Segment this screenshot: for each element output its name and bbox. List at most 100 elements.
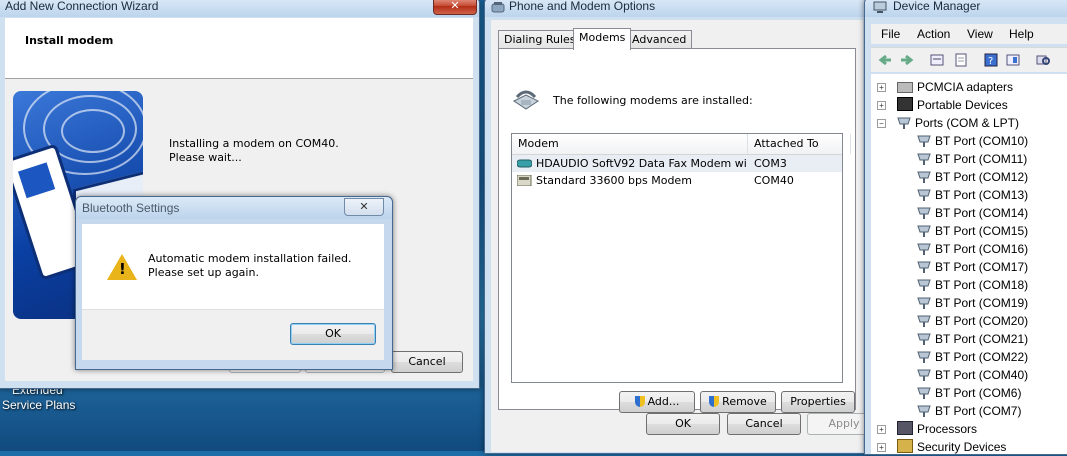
expand-icon[interactable]: + (877, 101, 886, 110)
port-connector-icon (917, 225, 931, 237)
svg-text:?: ? (988, 56, 993, 67)
bt-port-label: BT Port (COM16) (935, 242, 1029, 256)
view-icon[interactable] (1005, 52, 1021, 68)
dm-menubar: File Action View Help (871, 24, 1067, 44)
wizard-header: Install modem (5, 18, 473, 79)
port-connector-icon (897, 117, 911, 129)
pcmcia-icon (897, 82, 913, 93)
tree-node-bt-port[interactable]: BT Port (COM15) (917, 222, 1028, 240)
tree-node-bt-port[interactable]: BT Port (COM16) (917, 240, 1028, 258)
pm-cancel-button[interactable]: Cancel (727, 413, 801, 435)
modem-port: COM40 (754, 174, 794, 187)
column-attached-to[interactable]: Attached To (748, 134, 851, 154)
column-modem[interactable]: Modem (512, 134, 748, 154)
menu-file[interactable]: File (881, 27, 900, 41)
tab-advanced[interactable]: Advanced (626, 30, 693, 49)
phone-modem-options-window: Phone and Modem Options Dialing Rules Mo… (484, 0, 881, 454)
tree-node-bt-port[interactable]: BT Port (COM20) (917, 312, 1028, 330)
tree-node-bt-port[interactable]: BT Port (COM40) (917, 366, 1028, 384)
portable-device-icon (897, 97, 913, 111)
menu-view[interactable]: View (967, 27, 993, 41)
tree-node-bt-port[interactable]: BT Port (COM6) (917, 384, 1021, 402)
menu-action[interactable]: Action (917, 27, 950, 41)
tree-node-portable-devices[interactable]: + Portable Devices (877, 96, 1008, 114)
properties-sheet-icon[interactable] (929, 52, 945, 68)
bt-dialog-content: ! Automatic modem installation failed. P… (82, 224, 384, 360)
modem-device-icon (517, 159, 532, 168)
bt-port-label: BT Port (COM15) (935, 224, 1029, 238)
modem-port: COM3 (754, 157, 787, 170)
modem-row[interactable]: Standard 33600 bps Modem COM40 (512, 172, 842, 189)
port-connector-icon (917, 333, 931, 345)
properties-button[interactable]: Properties (781, 391, 855, 413)
document-icon[interactable] (953, 52, 969, 68)
port-connector-icon (917, 279, 931, 291)
port-connector-icon (917, 297, 931, 309)
menu-help[interactable]: Help (1009, 27, 1034, 41)
bt-port-label: BT Port (COM17) (935, 260, 1029, 274)
bt-port-label: BT Port (COM12) (935, 170, 1029, 184)
tree-node-pcmcia[interactable]: + PCMCIA adapters (877, 78, 1013, 96)
remove-label: Remove (722, 395, 767, 408)
tree-node-ports[interactable]: − Ports (COM & LPT) (877, 114, 1019, 132)
tree-node-bt-port[interactable]: BT Port (COM10) (917, 132, 1028, 150)
tree-node-bt-port[interactable]: BT Port (COM22) (917, 348, 1028, 366)
device-tree: + PCMCIA adapters + Portable Devices − P… (871, 74, 1067, 454)
device-manager-window: Device Manager File Action View Help ? +… (864, 0, 1067, 455)
port-connector-icon (917, 315, 931, 327)
forward-arrow-icon[interactable] (899, 52, 915, 68)
expand-icon[interactable]: + (877, 425, 886, 434)
help-icon[interactable]: ? (983, 52, 999, 68)
collapse-icon[interactable]: − (877, 119, 886, 128)
tree-node-bt-port[interactable]: BT Port (COM18) (917, 276, 1028, 294)
bt-port-label: BT Port (COM13) (935, 188, 1029, 202)
modems-list[interactable]: Modem Attached To HDAUDIO SoftV92 Data F… (511, 133, 851, 383)
tree-node-processors[interactable]: + Processors (877, 420, 977, 438)
port-connector-icon (917, 405, 931, 417)
bt-port-label: BT Port (COM40) (935, 368, 1029, 382)
bt-port-label: BT Port (COM18) (935, 278, 1029, 292)
tree-node-bt-port[interactable]: BT Port (COM14) (917, 204, 1028, 222)
port-connector-icon (917, 261, 931, 273)
wizard-close-button[interactable]: ✕ (433, 0, 477, 15)
bt-ok-button[interactable]: OK (290, 323, 376, 345)
wizard-status-line2: Please wait... (169, 151, 242, 164)
bt-close-button[interactable]: ✕ (344, 198, 384, 216)
tab-dialing-rules[interactable]: Dialing Rules (498, 30, 582, 49)
pm-title: Phone and Modem Options (485, 0, 869, 17)
tab-modems[interactable]: Modems (573, 28, 632, 50)
installed-modems-label: The following modems are installed: (553, 94, 753, 107)
pm-ok-button[interactable]: OK (646, 413, 720, 435)
device-manager-icon (873, 1, 887, 13)
modem-name: HDAUDIO SoftV92 Data Fax Modem with ... (536, 157, 746, 170)
tree-node-bt-port[interactable]: BT Port (COM17) (917, 258, 1028, 276)
port-connector-icon (917, 351, 931, 363)
telephone-modem-icon (513, 90, 539, 110)
tree-node-bt-port[interactable]: BT Port (COM19) (917, 294, 1028, 312)
tree-node-bt-port[interactable]: BT Port (COM7) (917, 402, 1021, 420)
port-connector-icon (917, 387, 931, 399)
bt-port-label: BT Port (COM10) (935, 134, 1029, 148)
desktop-label-line2[interactable]: Service Plans (2, 398, 75, 412)
bt-message-line1: Automatic modem installation failed. (148, 252, 352, 265)
tree-node-bt-port[interactable]: BT Port (COM13) (917, 186, 1028, 204)
modem-row[interactable]: HDAUDIO SoftV92 Data Fax Modem with ... … (512, 155, 842, 172)
bt-port-label: BT Port (COM6) (935, 386, 1022, 400)
expand-icon[interactable]: + (877, 83, 886, 92)
scan-hardware-icon[interactable] (1035, 52, 1051, 68)
wizard-cancel-button[interactable]: Cancel (391, 351, 463, 373)
uac-shield-icon (709, 396, 720, 407)
add-modem-button[interactable]: Add... (619, 391, 695, 413)
tree-node-bt-port[interactable]: BT Port (COM12) (917, 168, 1028, 186)
bt-port-label: BT Port (COM20) (935, 314, 1029, 328)
wizard-status: Installing a modem on COM40. Please wait… (169, 137, 339, 165)
port-connector-icon (917, 243, 931, 255)
bluetooth-settings-dialog: Bluetooth Settings ✕ ! Automatic modem i… (75, 196, 393, 370)
back-arrow-icon[interactable] (877, 52, 893, 68)
tree-node-bt-port[interactable]: BT Port (COM11) (917, 150, 1027, 168)
modems-tab-panel: The following modems are installed: Mode… (498, 48, 856, 413)
tree-node-bt-port[interactable]: BT Port (COM21) (917, 330, 1028, 348)
tree-node-security-devices[interactable]: + Security Devices (877, 438, 1006, 456)
modems-list-header: Modem Attached To (512, 134, 851, 155)
remove-modem-button[interactable]: Remove (700, 391, 776, 413)
